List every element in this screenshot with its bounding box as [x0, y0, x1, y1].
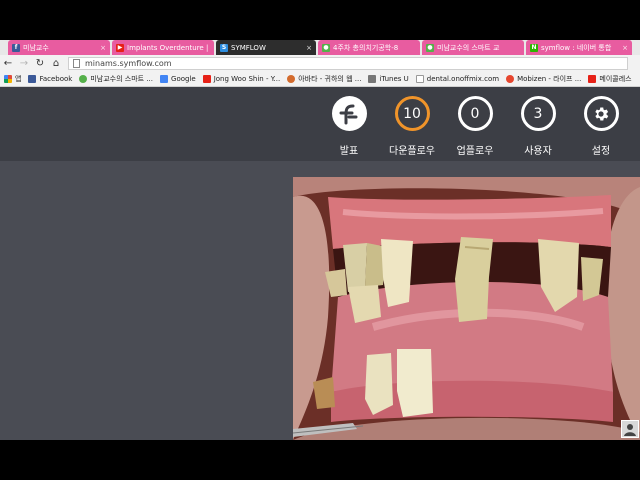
tab-strip: f 미남교수 × ▶ Implants Overdenture | S SYMF…: [0, 40, 640, 55]
apps-grid-icon: [4, 75, 12, 83]
users-count-badge: 3: [520, 96, 556, 131]
bookmark-label: 메이콜레스: [599, 75, 632, 83]
bookmark-smart[interactable]: 미남교수의 스마트 ...: [79, 74, 153, 84]
facebook-icon: [28, 75, 37, 83]
facebook-icon: f: [12, 43, 20, 52]
nav-settings[interactable]: 설정: [571, 96, 631, 157]
slide-image: [293, 177, 640, 440]
bookmark-makerclass[interactable]: 메이콜레스: [588, 74, 632, 84]
gear-icon: [583, 96, 619, 131]
tab-lecture[interactable]: ● 4주차 총의치기공학-8: [318, 40, 420, 55]
bookmark-google[interactable]: Google: [160, 75, 196, 83]
tab-symflow[interactable]: S SYMFLOW ×: [216, 40, 316, 55]
tab-label: SYMFLOW: [231, 43, 266, 52]
chrome-green-icon: ●: [322, 43, 330, 52]
upload-count-badge: 0: [457, 96, 493, 131]
tab-smart[interactable]: ● 미남교수의 스마트 교: [422, 40, 524, 55]
nav-settings-label: 설정: [591, 146, 611, 157]
bookmark-facebook[interactable]: Facebook: [28, 75, 72, 83]
bookmark-label: Mobizen - 라이프 ...: [517, 75, 582, 83]
home-icon[interactable]: ⌂: [48, 58, 64, 69]
screen: f 미남교수 × ▶ Implants Overdenture | S SYMF…: [0, 0, 640, 480]
nav-users-label: 사용자: [524, 146, 552, 157]
nav-upload[interactable]: 0 업플로우: [445, 96, 505, 157]
google-icon: [160, 75, 169, 83]
close-icon[interactable]: ×: [622, 44, 628, 52]
chrome-green-icon: ●: [426, 43, 434, 52]
bookmark-label: iTunes U: [379, 75, 409, 83]
user-avatar[interactable]: [621, 420, 639, 438]
youtube-icon: [202, 75, 211, 83]
nav-upload-label: 업플로우: [456, 146, 494, 157]
mobizen-icon: [506, 75, 515, 83]
bookmark-onoffmix[interactable]: dental.onoffmix.com: [415, 75, 500, 83]
youtube-icon: ▶: [116, 43, 124, 52]
chrome-green-icon: [79, 75, 88, 83]
symflow-header: 발표 10 다운플로우 0 업플로우 3 사용자 설정: [0, 87, 640, 161]
bookmark-avatar[interactable]: 아바타 - 귀하의 웹 ...: [287, 74, 361, 84]
reload-icon[interactable]: ↻: [32, 58, 48, 69]
present-icon: [331, 96, 367, 131]
tab-label: 4주차 총의치기공학-8: [333, 43, 399, 52]
bookmark-itunes[interactable]: iTunes U: [368, 75, 409, 83]
nav-download[interactable]: 10 다운플로우: [382, 96, 442, 157]
close-icon[interactable]: ×: [100, 44, 106, 52]
tab-naver[interactable]: N symflow : 네이버 통합 ×: [526, 40, 632, 55]
youtube-icon: [588, 75, 597, 83]
download-count-badge: 10: [394, 96, 430, 131]
close-icon[interactable]: ×: [306, 44, 312, 52]
tab-label: Implants Overdenture |: [127, 43, 209, 52]
tab-youtube[interactable]: ▶ Implants Overdenture |: [112, 40, 214, 55]
tab-facebook[interactable]: f 미남교수 ×: [8, 40, 110, 55]
bookmark-mobizen[interactable]: Mobizen - 라이프 ...: [506, 74, 581, 84]
page-icon: [415, 75, 424, 83]
itunes-icon: [368, 75, 377, 83]
bookmark-apps[interactable]: 앱: [4, 74, 21, 84]
bookmark-youtube[interactable]: Jong Woo Shin - Y...: [202, 75, 281, 83]
bookmark-label: Jong Woo Shin - Y...: [213, 75, 281, 83]
avatar-icon: [287, 75, 296, 83]
nav-present[interactable]: 발표: [319, 96, 379, 157]
bookmark-label: 앱: [15, 75, 22, 83]
page-icon: [73, 59, 80, 68]
back-arrow-icon[interactable]: ←: [0, 58, 16, 69]
symflow-page: 발표 10 다운플로우 0 업플로우 3 사용자 설정: [0, 87, 640, 440]
nav-present-label: 발표: [339, 146, 359, 157]
forward-arrow-icon[interactable]: →: [16, 58, 32, 69]
bookmark-label: 미남교수의 스마트 ...: [90, 75, 154, 83]
symflow-icon: S: [220, 43, 228, 52]
nav-download-label: 다운플로우: [389, 146, 435, 157]
naver-icon: N: [530, 43, 538, 52]
address-bar[interactable]: minams.symflow.com: [68, 57, 628, 70]
bookmarks-bar: 앱 Facebook 미남교수의 스마트 ... Google Jong Woo…: [0, 72, 640, 87]
bookmark-label: Google: [171, 75, 196, 83]
tab-label: symflow : 네이버 통합: [541, 43, 612, 52]
url-text: minams.symflow.com: [85, 59, 172, 68]
bookmark-label: Facebook: [39, 75, 73, 83]
nav-users[interactable]: 3 사용자: [508, 96, 568, 157]
tab-label: 미남교수의 스마트 교: [437, 43, 500, 52]
tab-label: 미남교수: [23, 43, 49, 52]
bookmark-label: 아바타 - 귀하의 웹 ...: [298, 75, 362, 83]
bookmark-label: dental.onoffmix.com: [426, 75, 500, 83]
